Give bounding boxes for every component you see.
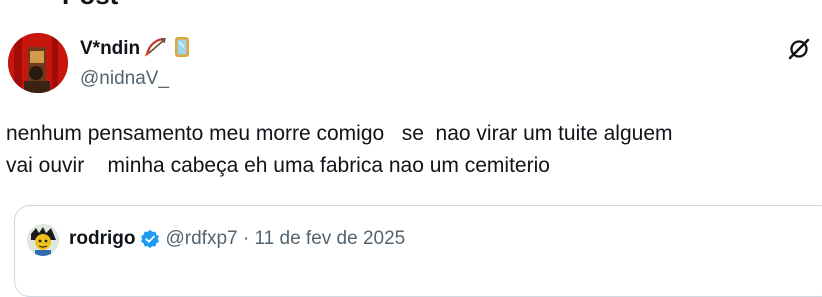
quoted-handle[interactable]: @rdfxp7: [166, 228, 238, 250]
page-title: Post: [62, 0, 118, 8]
post-text-line-1: nenhum pensamento meu morre comigo se na…: [6, 122, 673, 145]
quoted-display-name[interactable]: rodrigo: [69, 228, 136, 250]
post-author: V*ndin @nidnaV_: [80, 36, 192, 90]
verified-badge-icon: [140, 229, 160, 249]
avatar[interactable]: [8, 33, 68, 93]
mirror-emoji: [172, 35, 192, 64]
post-text: nenhum pensamento meu morre comigo se na…: [6, 118, 822, 182]
quoted-avatar[interactable]: [27, 224, 59, 256]
quoted-date[interactable]: 11 de fev de 2025: [255, 228, 406, 250]
quoted-avatar-image: [27, 224, 59, 256]
handle[interactable]: @nidnaV_: [80, 68, 192, 90]
bow-and-arrow-emoji: [144, 36, 168, 63]
post-text-line-2: vai ouvir minha cabeça eh uma fabrica na…: [6, 154, 550, 177]
quoted-post[interactable]: rodrigo @rdfxp7 · 11 de fev de 2025: [14, 205, 822, 297]
avatar-image: [8, 33, 68, 93]
meta-separator: ·: [237, 228, 255, 249]
grok-icon[interactable]: [788, 38, 810, 60]
quoted-header: rodrigo @rdfxp7 · 11 de fev de 2025: [69, 228, 405, 250]
display-name[interactable]: V*ndin: [80, 38, 140, 60]
